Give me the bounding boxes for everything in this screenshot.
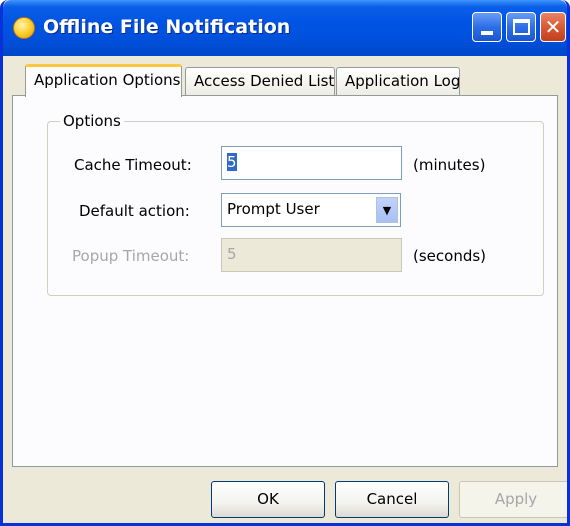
title-bar[interactable]: Offline File Notification ✕ bbox=[3, 0, 567, 56]
default-action-label: Default action: bbox=[79, 202, 190, 220]
close-button[interactable]: ✕ bbox=[540, 12, 566, 42]
minimize-icon bbox=[481, 31, 493, 35]
window-title: Offline File Notification bbox=[43, 16, 291, 38]
chevron-down-icon[interactable]: ▼ bbox=[376, 197, 398, 223]
cache-timeout-input[interactable]: 5 bbox=[221, 146, 402, 180]
apply-button: Apply bbox=[459, 481, 567, 518]
minimize-button[interactable] bbox=[472, 12, 502, 42]
maximize-icon bbox=[513, 19, 530, 35]
cache-timeout-label: Cache Timeout: bbox=[74, 156, 192, 174]
tab-application-log[interactable]: Application Log bbox=[336, 67, 460, 96]
close-icon: ✕ bbox=[544, 15, 562, 39]
popup-timeout-label: Popup Timeout: bbox=[72, 247, 190, 265]
tab-application-options[interactable]: Application Options bbox=[25, 64, 182, 97]
popup-timeout-input: 5 bbox=[221, 238, 402, 272]
default-action-select[interactable]: Prompt User ▼ bbox=[221, 193, 401, 227]
popup-timeout-unit: (seconds) bbox=[413, 247, 487, 265]
options-group: Options Cache Timeout: 5 (minutes) Defau… bbox=[47, 112, 544, 296]
maximize-button[interactable] bbox=[506, 12, 536, 42]
tab-panel-application-options: Options Cache Timeout: 5 (minutes) Defau… bbox=[12, 95, 558, 467]
cache-timeout-value: 5 bbox=[227, 153, 237, 171]
popup-timeout-value: 5 bbox=[227, 245, 237, 263]
dialog-window: Offline File Notification ✕ Access Denie… bbox=[0, 0, 570, 526]
options-group-label: Options bbox=[60, 112, 124, 130]
cancel-button[interactable]: Cancel bbox=[335, 481, 449, 518]
app-icon bbox=[13, 17, 35, 39]
default-action-value: Prompt User bbox=[227, 200, 320, 218]
ok-button[interactable]: OK bbox=[211, 481, 325, 518]
tab-access-denied-list[interactable]: Access Denied List bbox=[185, 67, 335, 96]
cache-timeout-unit: (minutes) bbox=[413, 156, 486, 174]
